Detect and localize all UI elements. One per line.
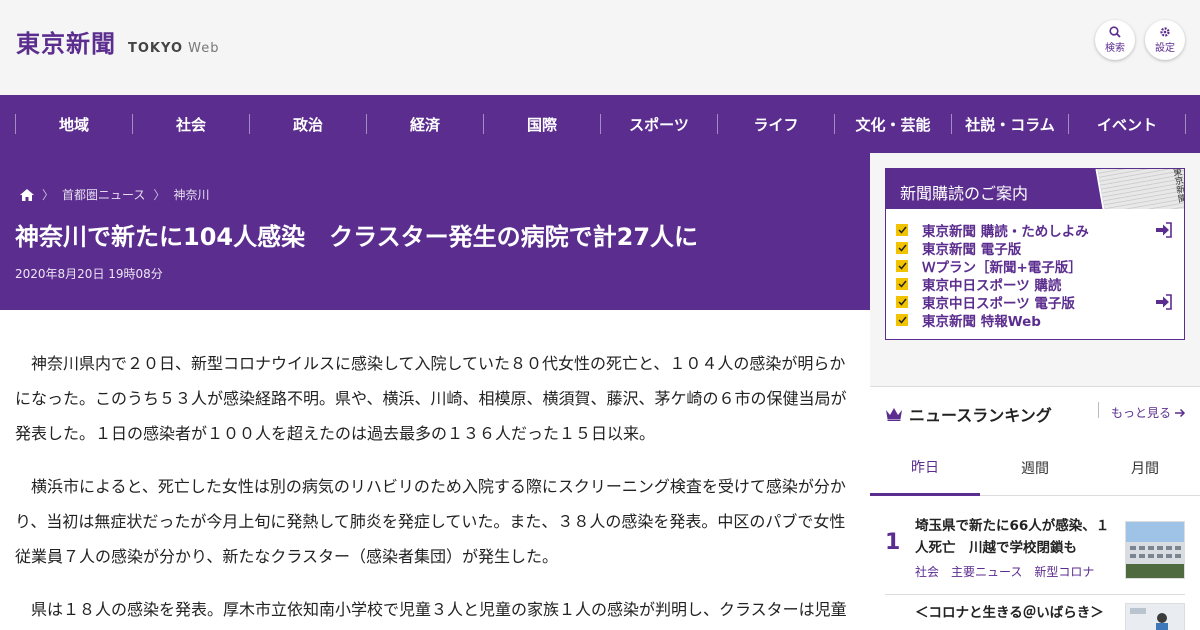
building-photo bbox=[1126, 522, 1184, 578]
breadcrumb-separator: 〉 bbox=[153, 188, 166, 202]
subscription-list: 東京新聞 購読・ためしよみ 東京新聞 電子版 Ｗプラン［新聞+電子版］ 東京中日… bbox=[896, 221, 1182, 330]
tag-link[interactable]: 主要ニュース bbox=[951, 563, 1022, 580]
article-paragraph: 神奈川県内で２０日、新型コロナウイルスに感染して入院していた８０代女性の死亡と、… bbox=[15, 354, 847, 443]
ranking-number: 1 bbox=[885, 530, 901, 555]
nav-separator bbox=[1185, 114, 1186, 134]
newspaper-image: 東京新聞 bbox=[1095, 169, 1184, 209]
site-logo[interactable]: 東京新聞 TOKYO Web bbox=[16, 24, 219, 59]
logo-jp: 東京新聞 bbox=[16, 29, 116, 58]
ranking-thumbnail[interactable] bbox=[1125, 521, 1185, 579]
ranking-tabs: 昨日 週間 月間 bbox=[870, 440, 1200, 496]
logo-en: TOKYO Web bbox=[128, 41, 220, 56]
nav-item-life[interactable]: ライフ bbox=[718, 95, 834, 153]
tag-link[interactable]: 新型コロナ bbox=[1034, 563, 1094, 580]
subscription-title: 新聞購読のご案内 bbox=[900, 184, 1029, 203]
subscription-link-digital[interactable]: 東京新聞 電子版 bbox=[896, 239, 1182, 258]
tab-yesterday[interactable]: 昨日 bbox=[870, 440, 980, 496]
subscription-header[interactable]: 東京新聞 新聞購読のご案内 bbox=[886, 169, 1184, 209]
search-label: 検索 bbox=[1105, 43, 1125, 54]
nav-item-events[interactable]: イベント bbox=[1069, 95, 1185, 153]
divider bbox=[885, 594, 1185, 595]
check-icon bbox=[896, 314, 908, 326]
subscription-link-label: 東京新聞 特報Web bbox=[922, 314, 1041, 330]
nav-item-sports[interactable]: スポーツ bbox=[601, 95, 717, 153]
subscription-link-label: 東京新聞 電子版 bbox=[922, 242, 1022, 258]
ranking-header: ニュースランキング bbox=[885, 402, 1052, 426]
check-icon bbox=[896, 278, 908, 290]
settings-label: 設定 bbox=[1155, 43, 1175, 54]
nav-item-politics[interactable]: 政治 bbox=[250, 95, 366, 153]
nav-item-region[interactable]: 地域 bbox=[16, 95, 132, 153]
check-icon bbox=[896, 224, 908, 236]
subscription-link-chunichi-sports[interactable]: 東京中日スポーツ 購読 bbox=[896, 275, 1182, 294]
newspaper-masthead: 東京新聞 bbox=[1170, 169, 1184, 204]
subscription-link-label: 東京新聞 購読・ためしよみ bbox=[922, 224, 1089, 240]
person-photo bbox=[1126, 604, 1184, 630]
home-icon[interactable] bbox=[20, 188, 34, 201]
breadcrumb: 〉 首都圏ニュース 〉 神奈川 bbox=[20, 186, 209, 203]
crown-icon bbox=[886, 408, 902, 421]
nav-item-society[interactable]: 社会 bbox=[133, 95, 249, 153]
tag-link[interactable]: 社会 bbox=[915, 563, 939, 580]
tab-monthly[interactable]: 月間 bbox=[1090, 440, 1200, 496]
breadcrumb-metro-news[interactable]: 首都圏ニュース bbox=[62, 186, 145, 203]
subscription-link-chunichi-sports-digital[interactable]: 東京中日スポーツ 電子版 bbox=[896, 293, 1182, 312]
nav-item-economy[interactable]: 経済 bbox=[367, 95, 483, 153]
news-ranking: ニュースランキング もっと見る 昨日 週間 月間 1 埼玉県で新たに66人が感染… bbox=[870, 386, 1200, 630]
tab-weekly[interactable]: 週間 bbox=[980, 440, 1090, 496]
arrow-right-icon bbox=[1175, 408, 1186, 417]
subscription-link-label: 東京中日スポーツ 電子版 bbox=[922, 296, 1075, 312]
article-header: 〉 首都圏ニュース 〉 神奈川 神奈川で新たに104人感染 クラスター発生の病院… bbox=[0, 153, 870, 310]
gear-icon bbox=[1160, 27, 1170, 37]
ranking-item-tags: 社会 主要ニュース 新型コロナ bbox=[915, 563, 1094, 580]
subscription-link-label: 東京中日スポーツ 購読 bbox=[922, 278, 1062, 294]
ranking-title: ニュースランキング bbox=[909, 406, 1052, 425]
subscription-link-tokuho-web[interactable]: 東京新聞 特報Web bbox=[896, 311, 1182, 330]
subscription-link-w-plan[interactable]: Ｗプラン［新聞+電子版］ bbox=[896, 257, 1182, 276]
article-body: 神奈川県内で２０日、新型コロナウイルスに感染して入院していた８０代女性の死亡と、… bbox=[0, 310, 870, 630]
article-title: 神奈川で新たに104人感染 クラスター発生の病院で計27人に bbox=[15, 223, 699, 251]
search-icon bbox=[1109, 26, 1121, 38]
sidebar: 東京新聞 新聞購読のご案内 東京新聞 購読・ためしよみ 東京新聞 電子版 Ｗプラ… bbox=[870, 153, 1200, 630]
check-icon bbox=[896, 260, 908, 272]
subscription-box: 東京新聞 新聞購読のご案内 東京新聞 購読・ためしよみ 東京新聞 電子版 Ｗプラ… bbox=[885, 168, 1185, 340]
article-paragraph: 横浜市によると、死亡した女性は別の病気のリハビリのため入院する際にスクリーニング… bbox=[15, 477, 846, 566]
settings-button[interactable]: 設定 bbox=[1145, 20, 1185, 60]
article-date: 2020年8月20日 19時08分 bbox=[15, 267, 163, 281]
search-button[interactable]: 検索 bbox=[1095, 20, 1135, 60]
breadcrumb-separator: 〉 bbox=[42, 188, 55, 202]
site-header: 東京新聞 TOKYO Web 検索 設定 bbox=[0, 0, 1200, 95]
subscription-link-label: Ｗプラン［新聞+電子版］ bbox=[922, 260, 1082, 276]
sign-in-arrow-icon bbox=[1156, 294, 1172, 310]
ranking-item-title[interactable]: 埼玉県で新たに66人が感染、１人死亡 川越で学校閉鎖も bbox=[915, 515, 1115, 559]
check-icon bbox=[896, 242, 908, 254]
more-link-label: もっと見る bbox=[1111, 406, 1172, 420]
breadcrumb-kanagawa[interactable]: 神奈川 bbox=[173, 186, 209, 203]
divider bbox=[1098, 402, 1099, 418]
subscription-link-tokyo-shimbun[interactable]: 東京新聞 購読・ためしよみ bbox=[896, 221, 1182, 240]
more-link[interactable]: もっと見る bbox=[1111, 404, 1186, 421]
ranking-thumbnail[interactable] bbox=[1125, 603, 1185, 630]
ranking-item-title[interactable]: ＜コロナと生きる＠いばらき＞ bbox=[915, 602, 1125, 624]
article-paragraph: 県は１８人の感染を発表。厚木市立依知南小学校で児童３人と児童の家族１人の感染が判… bbox=[31, 600, 847, 619]
sign-in-arrow-icon bbox=[1156, 222, 1172, 238]
nav-item-international[interactable]: 国際 bbox=[484, 95, 600, 153]
main-nav: 地域 社会 政治 経済 国際 スポーツ ライフ 文化・芸能 社説・コラム イベン… bbox=[0, 95, 1200, 153]
nav-item-editorial[interactable]: 社説・コラム bbox=[952, 95, 1068, 153]
nav-item-culture[interactable]: 文化・芸能 bbox=[835, 95, 951, 153]
check-icon bbox=[896, 296, 908, 308]
